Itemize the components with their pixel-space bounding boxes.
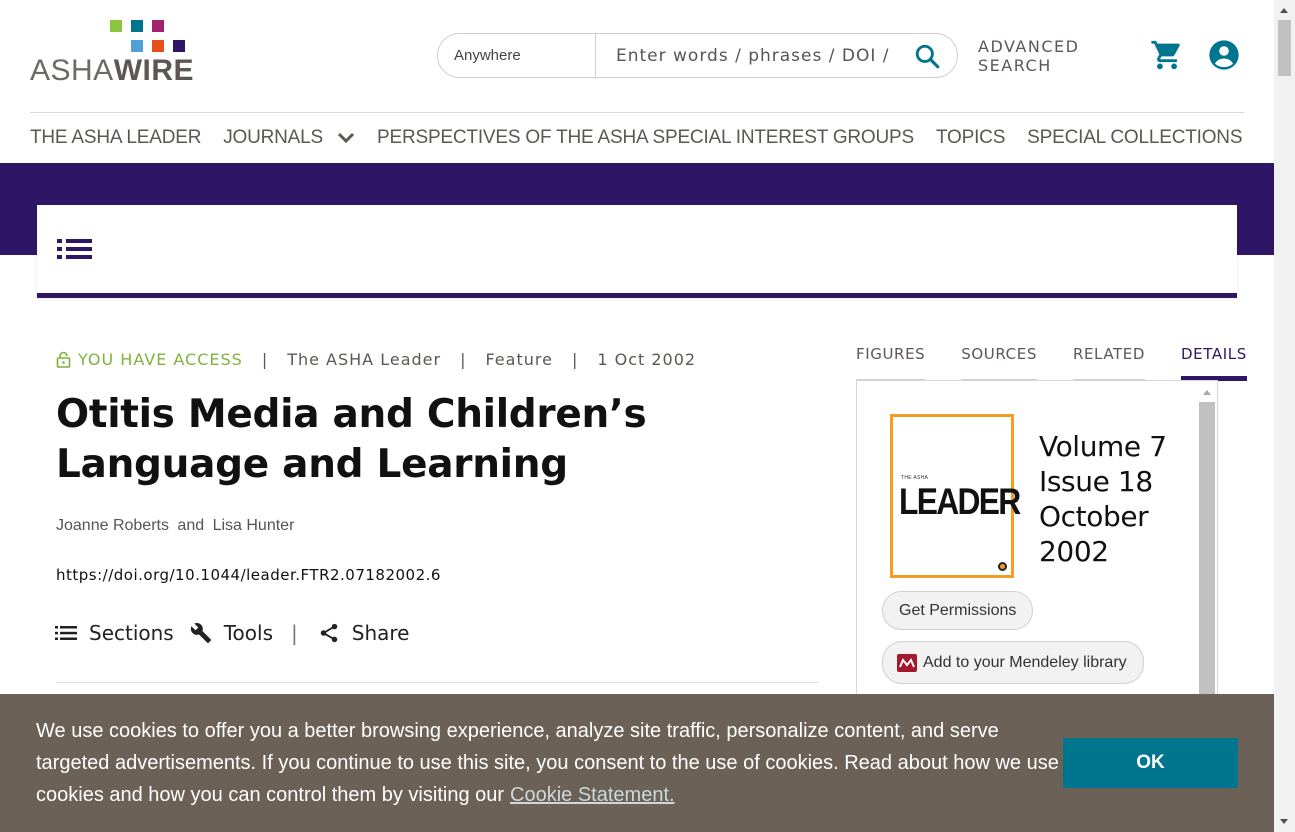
cookie-ok-button[interactable]: OK — [1063, 738, 1238, 788]
advanced-search-line1: ADVANCED — [978, 37, 1080, 56]
article-authors: Joanne Roberts and Lisa Hunter — [56, 517, 294, 535]
nav-item-label: JOURNALS — [223, 127, 323, 148]
tab-sources[interactable]: SOURCES — [961, 345, 1037, 381]
cookie-banner: We use cookies to offer you a better bro… — [0, 694, 1274, 832]
main-nav: THE ASHA LEADER JOURNALS PERSPECTIVES OF… — [30, 126, 1264, 150]
publication-date: 1 Oct 2002 — [597, 350, 697, 369]
issue-info[interactable]: Volume 7 Issue 18 October 2002 — [1039, 429, 1167, 569]
tools-separator: | — [291, 621, 298, 645]
advanced-search-line2: SEARCH — [978, 56, 1052, 75]
share-label: Share — [351, 621, 410, 645]
sections-label: Sections — [89, 621, 174, 645]
scroll-thumb[interactable] — [1199, 402, 1215, 700]
cookie-message: We use cookies to offer you a better bro… — [36, 715, 1066, 811]
asha-wire-logo[interactable]: ASHAWIRE — [30, 20, 194, 87]
logo-text-light: ASHA — [30, 54, 114, 87]
tools-button[interactable]: Tools — [190, 621, 273, 645]
account-icon — [1209, 40, 1239, 70]
issue-year: 2002 — [1039, 535, 1109, 568]
author-link[interactable]: Lisa Hunter — [213, 517, 295, 534]
access-label: YOU HAVE ACCESS — [78, 350, 243, 369]
cart-icon — [1151, 40, 1180, 70]
issue-number: Issue 18 — [1039, 465, 1153, 498]
table-of-contents-bar — [37, 205, 1237, 298]
article-title: Otitis Media and Children’s Language and… — [56, 392, 647, 487]
scroll-thumb[interactable] — [1278, 20, 1291, 76]
logo-wordmark: ASHAWIRE — [30, 54, 194, 88]
journal-link[interactable]: The ASHA Leader — [287, 350, 441, 369]
meta-separator: | — [261, 350, 269, 369]
search-icon — [915, 44, 940, 68]
header-divider — [30, 112, 1244, 113]
mendeley-icon — [897, 653, 917, 672]
scroll-up-arrow-icon — [1203, 390, 1211, 395]
mendeley-button[interactable]: Add to your Mendeley library — [882, 641, 1144, 684]
toc-toggle-button[interactable] — [57, 238, 93, 265]
scroll-down-arrow-icon — [1280, 819, 1288, 824]
cookie-statement-link[interactable]: Cookie Statement. — [510, 784, 675, 806]
scroll-up-arrow-icon — [1280, 8, 1288, 13]
nav-item-asha-leader[interactable]: THE ASHA LEADER — [30, 127, 201, 149]
nav-item-perspectives[interactable]: PERSPECTIVES OF THE ASHA SPECIAL INTERES… — [377, 127, 914, 149]
doi-link[interactable]: https://doi.org/10.1044/leader.FTR2.0718… — [56, 566, 441, 584]
issue-volume: Volume 7 — [1039, 430, 1167, 463]
wrench-icon — [190, 623, 211, 644]
logo-square — [131, 40, 143, 52]
logo-square — [110, 20, 122, 32]
nav-item-label: PERSPECTIVES OF THE ASHA SPECIAL INTERES… — [377, 127, 914, 148]
nav-item-special-collections[interactable]: SPECIAL COLLECTIONS — [1027, 127, 1242, 149]
list-icon — [57, 239, 92, 259]
tab-related[interactable]: RELATED — [1072, 345, 1146, 381]
panel-scrollbar[interactable] — [1199, 386, 1215, 700]
page: ASHAWIRE Anywhere ADVANCED SEARCH THE AS… — [0, 0, 1295, 832]
logo-square — [131, 20, 143, 32]
unlock-icon — [56, 351, 71, 368]
account-button[interactable] — [1208, 39, 1240, 76]
tab-figures[interactable]: FIGURES — [856, 345, 926, 381]
article-meta: YOU HAVE ACCESS | The ASHA Leader | Feat… — [56, 350, 696, 369]
cover-badge-icon — [998, 562, 1007, 571]
meta-separator: | — [460, 350, 467, 369]
list-icon — [55, 626, 77, 640]
logo-text-bold: WIRE — [113, 54, 195, 87]
author-link[interactable]: Joanne Roberts — [56, 517, 169, 534]
share-icon — [320, 623, 338, 643]
nav-item-topics[interactable]: TOPICS — [936, 127, 1005, 149]
article-tools: Sections Tools | Share — [55, 621, 425, 645]
nav-item-label: THE ASHA LEADER — [30, 127, 202, 148]
tab-details[interactable]: DETAILS — [1181, 345, 1247, 381]
chevron-down-icon — [337, 132, 355, 144]
search-input[interactable] — [596, 34, 897, 77]
logo-square — [152, 20, 164, 32]
details-panel: THE ASHA LEADER Volume 7 Issue 18 Octobe… — [856, 380, 1218, 700]
nav-item-journals[interactable]: JOURNALS — [223, 127, 355, 149]
cover-big-text: LEADER — [899, 481, 1021, 522]
nav-item-label: TOPICS — [935, 127, 1006, 148]
side-panel-tabs: FIGURES SOURCES RELATED DETAILS — [856, 345, 1247, 381]
page-scrollbar[interactable] — [1274, 0, 1295, 832]
search-scope-select[interactable]: Anywhere — [438, 34, 596, 77]
logo-square — [152, 40, 164, 52]
get-permissions-button[interactable]: Get Permissions — [882, 591, 1034, 630]
access-badge: YOU HAVE ACCESS — [56, 350, 243, 369]
mendeley-label: Add to your Mendeley library — [923, 653, 1127, 671]
issue-cover-image[interactable]: THE ASHA LEADER — [890, 414, 1021, 578]
author-conjunction: and — [177, 517, 205, 534]
cart-button[interactable] — [1150, 38, 1184, 77]
issue-month: October — [1039, 500, 1149, 533]
sections-button[interactable]: Sections — [55, 621, 174, 645]
nav-item-label: SPECIAL COLLECTIONS — [1027, 127, 1243, 148]
meta-separator: | — [571, 350, 579, 369]
tools-label: Tools — [223, 621, 274, 645]
search-bar: Anywhere — [437, 33, 958, 78]
article-divider — [56, 682, 818, 683]
advanced-search-link[interactable]: ADVANCED SEARCH — [978, 37, 1079, 75]
logo-square — [173, 40, 185, 52]
share-button[interactable]: Share — [318, 621, 410, 645]
article-type: Feature — [485, 350, 553, 369]
search-button[interactable] — [897, 34, 957, 77]
